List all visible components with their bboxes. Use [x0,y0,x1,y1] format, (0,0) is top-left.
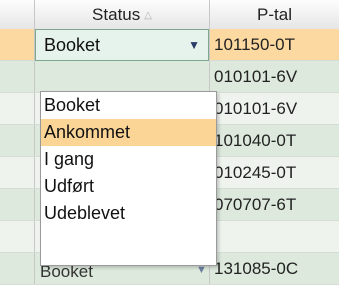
option-udfort[interactable]: Udført [41,173,216,200]
dropdown-arrow-icon[interactable]: ▼ [188,30,200,60]
postal-cell: 131085-0C [210,253,339,284]
data-grid: Status △ P-tal 101150-0T 010101-6V 010101… [0,0,339,286]
grid-header: Status △ P-tal [0,0,339,30]
header-status-label: Status [92,5,141,24]
header-status[interactable]: Status △ [35,0,210,29]
row-blank-cell [0,93,35,124]
status-cell[interactable] [35,61,210,92]
status-select[interactable]: Booket ▼ [35,29,209,61]
postal-cell: 101040-0T [210,125,339,156]
sort-ascending-icon[interactable]: △ [144,10,152,21]
option-udeblevet[interactable]: Udeblevet [41,200,216,227]
option-booket[interactable]: Booket [41,92,216,119]
postal-cell: 010245-0T [210,157,339,188]
header-postal-label: P-tal [257,5,292,24]
row-blank-cell [0,61,35,92]
row-blank-cell [0,157,35,188]
row-blank-cell [0,189,35,220]
row-blank-cell [0,29,35,60]
postal-cell: 070707-6T [210,189,339,220]
postal-cell [210,221,339,252]
postal-cell: 010101-6V [210,93,339,124]
status-select-value: Booket [44,35,101,55]
row-blank-cell [0,125,35,156]
row-blank-cell [0,253,35,284]
table-row[interactable]: 010101-6V [0,61,339,93]
row-blank-cell [0,221,35,252]
postal-cell: 101150-0T [210,29,339,60]
status-dropdown-list[interactable]: Booket Ankommet I gang Udført Udeblevet [40,91,217,266]
option-ankommet[interactable]: Ankommet [41,119,216,146]
postal-cell: 010101-6V [210,61,339,92]
option-i-gang[interactable]: I gang [41,146,216,173]
header-blank-cell [0,0,35,29]
header-postal[interactable]: P-tal [210,0,339,29]
